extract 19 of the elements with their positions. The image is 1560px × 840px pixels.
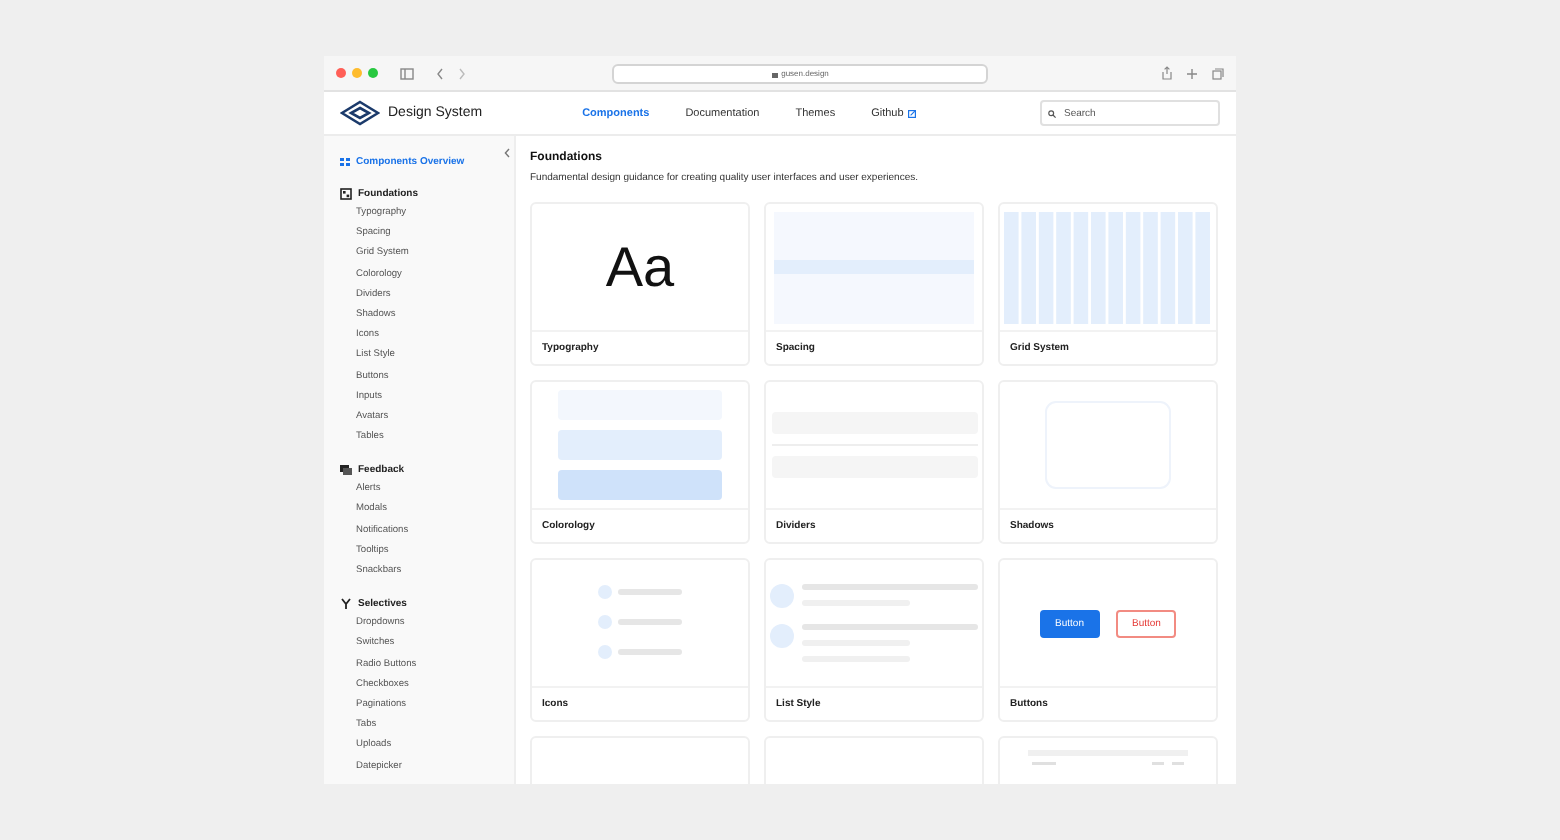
minimize-dot[interactable] bbox=[352, 68, 362, 78]
grid-icon bbox=[340, 188, 352, 200]
collapse-icon[interactable] bbox=[504, 148, 510, 158]
forward-icon[interactable] bbox=[458, 67, 466, 79]
tabs-icon[interactable] bbox=[1212, 67, 1224, 79]
branch-icon bbox=[340, 598, 352, 611]
chat-icon bbox=[340, 464, 352, 477]
search-icon bbox=[1048, 109, 1056, 117]
sidebar-icon[interactable] bbox=[400, 67, 414, 79]
icon-list-drawing bbox=[598, 583, 682, 663]
plus-icon[interactable] bbox=[1186, 67, 1198, 79]
type-sample: Aa bbox=[605, 235, 675, 299]
close-dot[interactable] bbox=[336, 68, 346, 78]
maximize-dot[interactable] bbox=[368, 68, 378, 78]
grid-icon bbox=[340, 158, 350, 166]
lock-icon bbox=[771, 69, 778, 77]
back-icon[interactable] bbox=[436, 67, 444, 79]
share-icon[interactable] bbox=[1162, 66, 1172, 80]
logo-icon bbox=[340, 100, 380, 126]
